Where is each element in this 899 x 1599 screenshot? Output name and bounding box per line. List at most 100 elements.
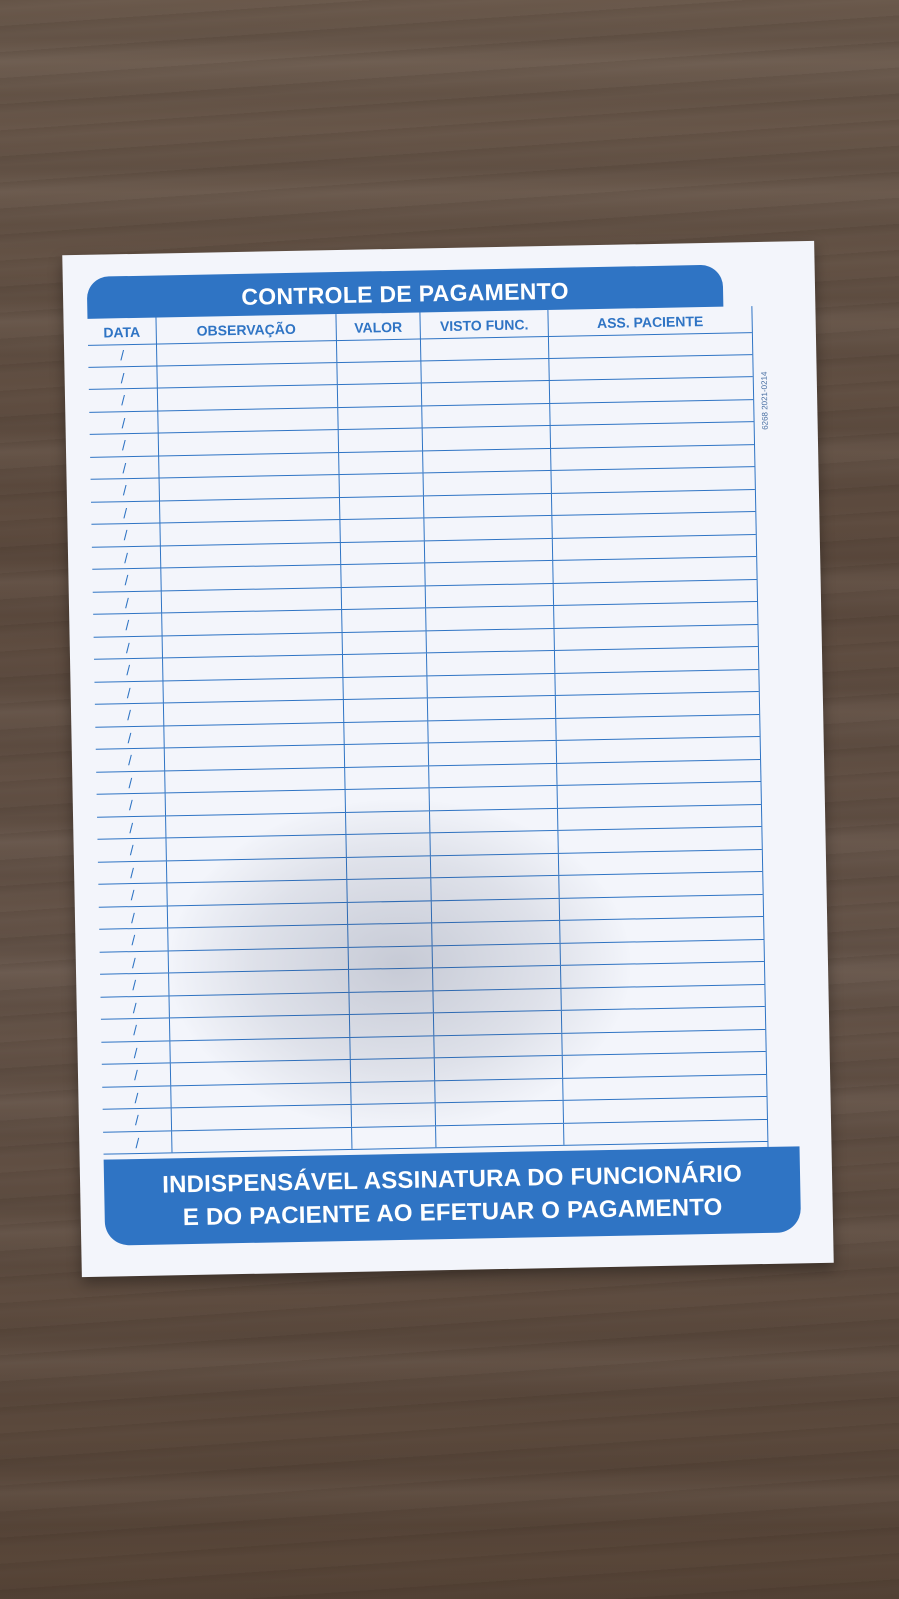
- visto-func-cell: [425, 605, 554, 630]
- valor-cell: [335, 338, 421, 362]
- visto-func-cell: [430, 898, 560, 923]
- valor-cell: [338, 450, 423, 475]
- date-cell: /: [122, 459, 127, 476]
- visto-func-cell: [434, 1100, 563, 1125]
- visto-func-cell: [424, 583, 554, 608]
- date-cell: /: [128, 774, 133, 791]
- ass-paciente-cell: [554, 692, 760, 718]
- visto-func-cell: [423, 515, 552, 540]
- date-cell: /: [128, 797, 133, 814]
- valor-cell: [348, 1013, 434, 1037]
- visto-func-cell: [421, 425, 551, 450]
- observacao-cell: [155, 340, 337, 366]
- column-header-data: DATA: [103, 323, 141, 341]
- visto-func-cell: [420, 380, 550, 405]
- visto-func-cell: [431, 920, 560, 945]
- visto-func-cell: [429, 830, 558, 855]
- visto-func-cell: [424, 560, 553, 585]
- valor-cell: [351, 1125, 436, 1149]
- date-cell: /: [125, 639, 130, 656]
- ass-paciente-cell: [552, 557, 757, 583]
- ass-paciente-cell: [553, 624, 758, 650]
- ass-paciente-cell: [559, 916, 764, 943]
- date-cell: /: [133, 1044, 138, 1061]
- date-cell: /: [134, 1089, 139, 1106]
- valor-cell: [337, 428, 423, 452]
- observacao-cell: [156, 385, 338, 411]
- ass-paciente-cell: [547, 332, 753, 358]
- observacao-cell: [162, 700, 344, 725]
- observacao-cell: [160, 587, 342, 613]
- date-cell: /: [126, 707, 132, 724]
- date-cell: /: [129, 842, 134, 859]
- valor-cell: [350, 1103, 436, 1127]
- valor-cell: [341, 653, 427, 677]
- side-code: 6268 2021-0214: [759, 371, 770, 430]
- payment-table: DATA OBSERVAÇÃO VALOR VISTO FUNC. ASS. P…: [87, 306, 770, 1163]
- visto-func-cell: [428, 785, 557, 810]
- observacao-cell: [170, 1082, 351, 1108]
- date-cell: /: [130, 909, 136, 926]
- visto-func-cell: [428, 763, 557, 788]
- valor-cell: [340, 585, 426, 610]
- visto-func-cell: [421, 403, 550, 428]
- observacao-cell: [168, 969, 349, 995]
- date-cell: /: [124, 572, 129, 589]
- valor-cell: [347, 923, 432, 947]
- ass-paciente-cell: [557, 826, 762, 853]
- observacao-cell: [158, 497, 340, 523]
- ass-paciente-cell: [548, 377, 754, 403]
- observacao-cell: [166, 879, 347, 905]
- form-footer-notice: INDISPENSÁVEL ASSINATURA DO FUNCIONÁRIO …: [103, 1146, 802, 1246]
- observacao-cell: [164, 789, 345, 815]
- ass-paciente-cell: [555, 737, 761, 763]
- valor-cell: [348, 990, 433, 1014]
- column-header-valor: VALOR: [335, 312, 420, 341]
- date-cell: /: [130, 864, 135, 881]
- visto-func-cell: [433, 1055, 563, 1080]
- valor-cell: [345, 810, 430, 834]
- observacao-cell: [161, 610, 342, 635]
- date-cell: /: [123, 504, 128, 521]
- valor-cell: [343, 743, 429, 767]
- ass-paciente-cell: [557, 849, 763, 875]
- observacao-cell: [169, 1059, 351, 1085]
- table-body: / / / / / / / / / / / / / / / / / / / / / / / / / / / / / / / / / / / /: [87, 332, 768, 1155]
- valor-cell: [346, 900, 432, 924]
- valor-cell: [349, 1035, 434, 1059]
- valor-cell: [350, 1080, 435, 1104]
- valor-cell: [345, 833, 430, 857]
- observacao-cell: [162, 655, 343, 680]
- ass-paciente-cell: [550, 467, 755, 493]
- date-cell: /: [123, 527, 128, 544]
- date-cell: /: [130, 887, 135, 904]
- observacao-cell: [168, 1014, 350, 1040]
- date-cell: /: [121, 414, 126, 431]
- valor-cell: [338, 473, 423, 497]
- observacao-cell: [158, 452, 339, 478]
- valor-cell: [339, 540, 425, 565]
- date-cell: /: [133, 1067, 139, 1084]
- column-header-visto-func: VISTO FUNC.: [419, 310, 548, 339]
- visto-func-cell: [431, 943, 560, 968]
- observacao-cell: [167, 947, 349, 973]
- valor-cell: [349, 1058, 435, 1082]
- visto-func-cell: [423, 538, 553, 563]
- ass-paciente-cell: [558, 871, 763, 898]
- ass-paciente-cell: [549, 422, 755, 448]
- visto-func-cell: [420, 358, 549, 383]
- observacao-cell: [170, 1104, 352, 1130]
- visto-func-cell: [434, 1078, 563, 1103]
- date-cell: /: [124, 594, 130, 611]
- visto-func-cell: [426, 695, 556, 720]
- observacao-cell: [156, 362, 337, 388]
- ass-paciente-cell: [551, 512, 756, 538]
- ass-paciente-cell: [560, 1006, 766, 1033]
- valor-cell: [348, 968, 433, 992]
- date-cell: /: [120, 347, 125, 364]
- visto-func-cell: [425, 650, 555, 675]
- visto-func-cell: [419, 336, 549, 360]
- column-header-ass-paciente: ASS. PACIENTE: [547, 306, 752, 337]
- visto-func-cell: [432, 965, 561, 990]
- observacao-cell: [159, 520, 340, 545]
